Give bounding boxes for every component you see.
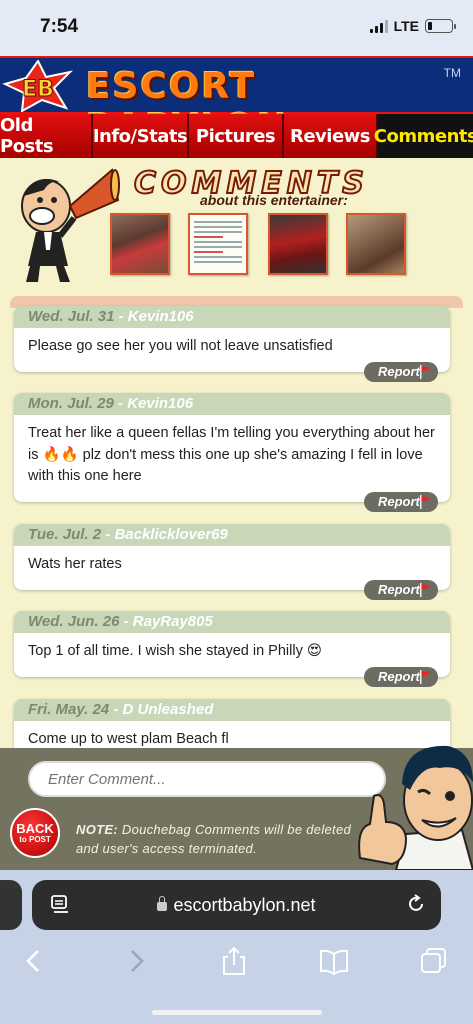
comment-text: Treat her like a queen fellas I'm tellin…	[28, 425, 435, 484]
url-label: escortbabylon.net	[173, 895, 316, 915]
logo-text: EB	[22, 77, 54, 102]
tab-reviews[interactable]: Reviews	[284, 114, 378, 158]
report-button[interactable]: Report	[364, 491, 438, 512]
comment-date: Wed. Jun. 26	[28, 613, 120, 630]
comment-user[interactable]: D Unleashed	[123, 701, 214, 718]
main-nav: Old Posts Info/Stats Pictures Reviews Co…	[0, 114, 473, 158]
megaphone-mascot-icon	[21, 168, 120, 282]
report-label: Report	[378, 493, 420, 509]
comment-card: Wed. Jun. 26 - RayRay805 Top 1 of all ti…	[14, 611, 450, 687]
comment-user[interactable]: RayRay805	[133, 613, 213, 630]
browser-bottom-bar: escortbabylon.net	[0, 870, 473, 1024]
report-label: Report	[378, 581, 420, 597]
report-button[interactable]: Report	[364, 361, 438, 382]
comment-user[interactable]: Kevin106	[128, 308, 194, 325]
comments-subtitle: about this entertainer:	[200, 192, 348, 208]
comments-header: COMMENTS about this entertainer:	[0, 158, 473, 290]
comment-date: Mon. Jul. 29	[28, 395, 114, 412]
comment-header: Fri. May. 24 - D Unleashed	[14, 699, 450, 721]
report-label: Report	[378, 668, 420, 684]
eb-star-logo-icon[interactable]: EB	[2, 60, 74, 112]
note-text: Douchebag Comments will be deleted and u…	[76, 822, 352, 856]
status-bar: 7:54 LTE	[0, 0, 473, 56]
reload-icon[interactable]	[405, 893, 427, 915]
status-time: 7:54	[40, 16, 79, 37]
note-label: NOTE:	[76, 822, 118, 837]
tab-pictures[interactable]: Pictures	[189, 114, 284, 158]
url-text: escortbabylon.net	[32, 895, 441, 916]
comment-user[interactable]: Kevin106	[127, 395, 193, 412]
comment-card: Wed. Jul. 31 - Kevin106 Please go see he…	[14, 306, 450, 382]
flag-icon	[420, 364, 431, 379]
tab-info-stats[interactable]: Info/Stats	[93, 114, 189, 158]
report-button[interactable]: Report	[364, 666, 438, 687]
comment-header: Wed. Jun. 26 - RayRay805	[14, 611, 450, 633]
signal-icon	[369, 19, 388, 33]
back-button-sublabel: to POST	[19, 835, 51, 844]
report-button[interactable]: Report	[364, 579, 438, 600]
tab-comments[interactable]: Comments	[374, 114, 473, 158]
comment-date: Wed. Jul. 31	[28, 308, 115, 325]
forward-icon[interactable]	[120, 946, 152, 976]
lock-icon	[157, 896, 168, 911]
comment-date: Tue. Jul. 2	[28, 526, 102, 543]
comment-header: Tue. Jul. 2 - Backlicklover69	[14, 524, 450, 546]
share-icon[interactable]	[218, 946, 250, 976]
comment-input[interactable]	[28, 761, 386, 797]
site-banner[interactable]: EB ESCORT BABYLON TM	[0, 56, 473, 148]
report-label: Report	[378, 363, 420, 379]
gallery-thumbnail[interactable]	[346, 213, 406, 275]
home-indicator	[152, 1010, 322, 1015]
comment-header: Wed. Jul. 31 - Kevin106	[14, 306, 450, 328]
comment-user[interactable]: Backlicklover69	[114, 526, 227, 543]
moderation-note: NOTE: Douchebag Comments will be deleted…	[76, 820, 366, 858]
address-bar[interactable]: escortbabylon.net	[32, 880, 441, 930]
trademark: TM	[443, 66, 461, 80]
network-label: LTE	[393, 18, 419, 34]
status-indicators: LTE	[369, 18, 456, 34]
battery-icon	[425, 19, 456, 33]
gallery-thumbnail[interactable]	[110, 213, 170, 275]
comment-date: Fri. May. 24	[28, 701, 110, 718]
flag-icon	[420, 582, 431, 597]
tab-old-posts[interactable]: Old Posts	[0, 114, 93, 158]
bookmarks-icon[interactable]	[318, 946, 350, 976]
thumbs-up-mascot-icon	[358, 745, 473, 870]
tabs-icon[interactable]	[418, 946, 450, 976]
comment-card: Mon. Jul. 29 - Kevin106 Treat her like a…	[14, 393, 450, 512]
back-button-label: BACK	[16, 821, 54, 836]
gallery-thumbnail[interactable]	[268, 213, 328, 275]
comment-header: Mon. Jul. 29 - Kevin106	[14, 393, 450, 415]
previous-tab-preview[interactable]	[0, 880, 22, 930]
back-to-post-button[interactable]: BACK to POST	[10, 808, 60, 858]
comment-card: Tue. Jul. 2 - Backlicklover69 Wats her r…	[14, 524, 450, 600]
back-icon[interactable]	[20, 946, 52, 976]
flag-icon	[420, 669, 431, 684]
profile-card-thumbnail[interactable]	[188, 213, 248, 275]
flag-icon	[420, 494, 431, 509]
